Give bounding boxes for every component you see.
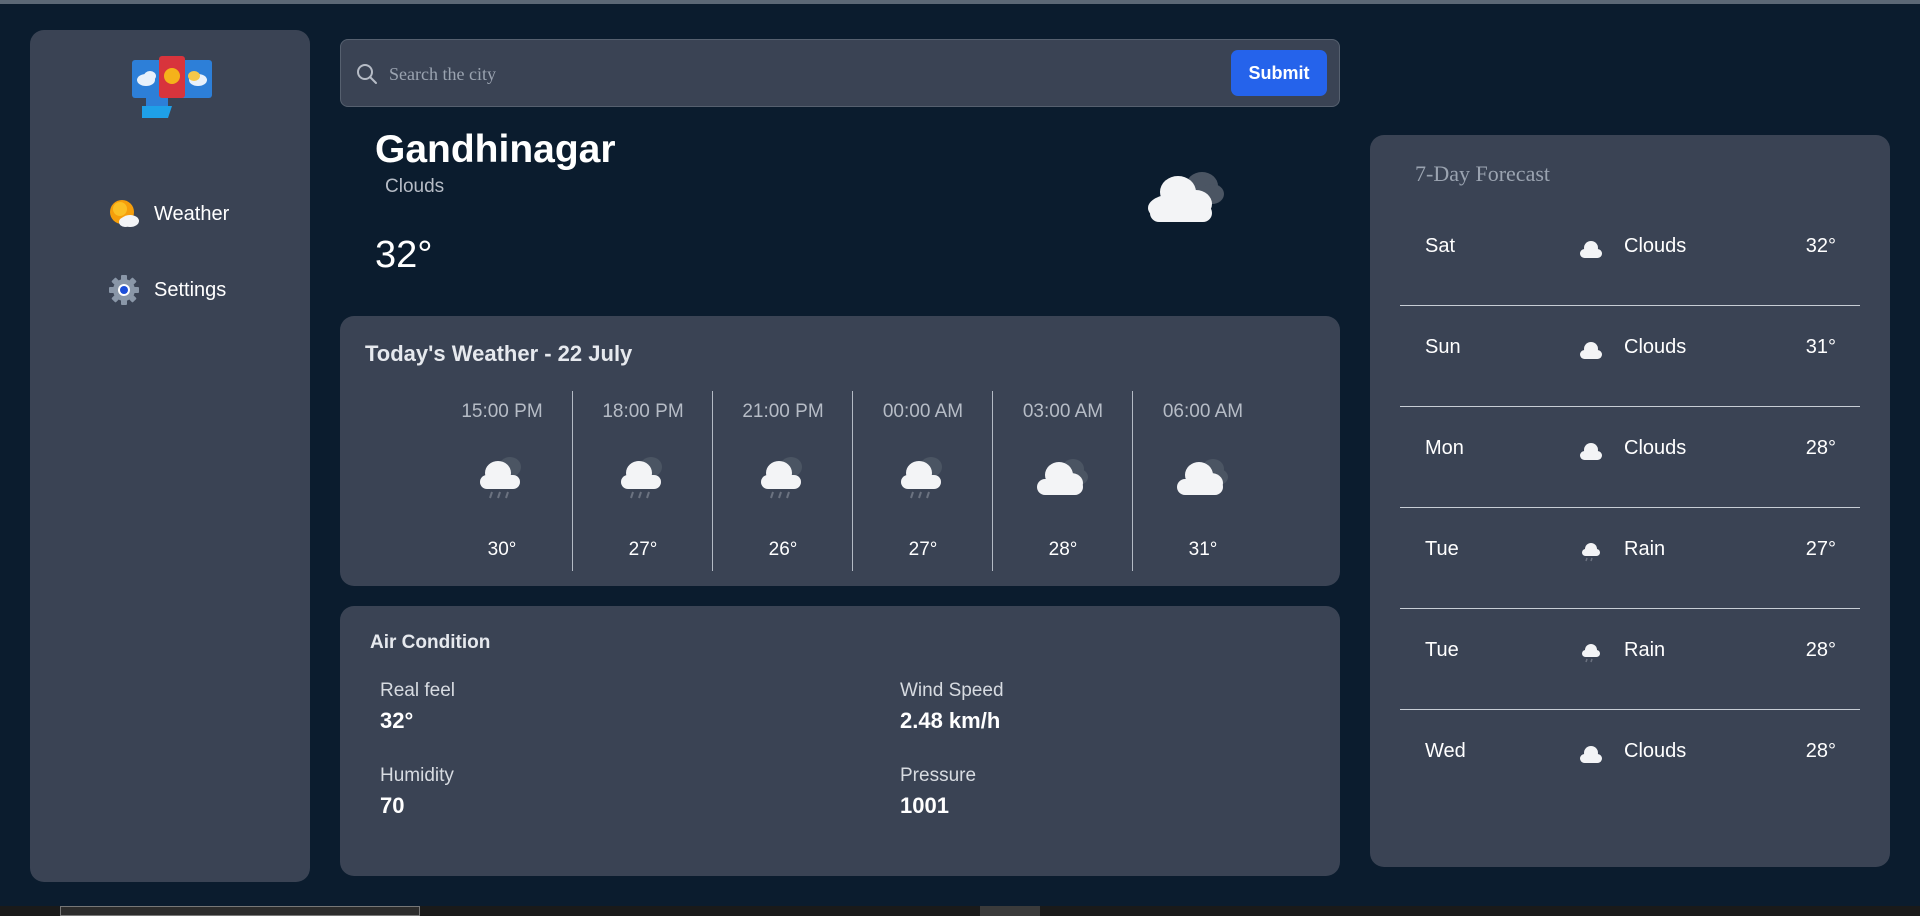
today-weather-title: Today's Weather - 22 July xyxy=(365,341,633,366)
rain-cloud-icon xyxy=(1582,543,1600,562)
hourly-item: 21:00 PM 26° xyxy=(712,391,852,571)
forecast-row: Sat Clouds 32° xyxy=(1400,205,1860,306)
forecast-condition: Clouds xyxy=(1624,336,1687,358)
forecast-row: Wed Clouds 28° xyxy=(1400,710,1860,811)
hour-time: 18:00 PM xyxy=(602,401,684,422)
humidity-label: Humidity xyxy=(380,765,454,786)
current-temperature: 32° xyxy=(375,234,433,276)
app-logo-icon xyxy=(132,56,212,118)
forecast-condition: Rain xyxy=(1624,639,1666,661)
forecast-row: Tue Rain 27° xyxy=(1400,508,1860,609)
hour-time: 03:00 AM xyxy=(1022,401,1104,422)
forecast-temperature: 28° xyxy=(1805,437,1836,459)
hourly-item: 06:00 AM 31° xyxy=(1132,391,1272,571)
search-icon xyxy=(357,64,377,84)
hourly-forecast-list: 15:00 PM 30° 18:00 PM 27° 21:00 PM 26° 0… xyxy=(432,391,1272,571)
nav-settings-label: Settings xyxy=(154,278,227,301)
forecast-temperature: 32° xyxy=(1805,235,1836,257)
hour-time: 21:00 PM xyxy=(742,401,824,422)
pressure-value: 1001 xyxy=(900,793,949,818)
hourly-item: 00:00 AM 27° xyxy=(852,391,992,571)
search-bar: Submit xyxy=(340,39,1340,107)
cloud-icon xyxy=(1580,342,1602,359)
real-feel-label: Real feel xyxy=(380,680,455,701)
forecast-temperature: 28° xyxy=(1805,740,1836,762)
hour-time: 06:00 AM xyxy=(1162,401,1244,422)
forecast-title: 7-Day Forecast xyxy=(1415,161,1551,186)
forecast-panel: 7-Day Forecast Sat Clouds 32° Sun Clouds… xyxy=(1370,135,1890,867)
cloud-icon xyxy=(1177,459,1228,495)
hour-time: 15:00 PM xyxy=(461,401,543,422)
cloud-icon xyxy=(1580,241,1602,258)
nav-settings[interactable]: Settings xyxy=(108,274,226,306)
sidebar: Weather Settings xyxy=(30,30,310,882)
pressure-stat: Pressure 1001 xyxy=(900,765,976,819)
submit-button[interactable]: Submit xyxy=(1231,50,1327,96)
current-condition: Clouds xyxy=(385,176,445,197)
forecast-day: Tue xyxy=(1425,538,1459,560)
forecast-temperature: 27° xyxy=(1805,538,1836,560)
today-weather-card: Today's Weather - 22 July 15:00 PM 30° 1… xyxy=(340,316,1340,586)
forecast-row: Mon Clouds 28° xyxy=(1400,407,1860,508)
hour-temperature: 26° xyxy=(768,539,798,560)
sun-cloud-icon xyxy=(110,200,139,227)
rain-cloud-icon xyxy=(1582,644,1600,663)
forecast-day: Sun xyxy=(1425,336,1461,358)
hourly-item: 03:00 AM 28° xyxy=(992,391,1132,571)
forecast-condition: Rain xyxy=(1624,538,1666,560)
air-condition-card: Air Condition Real feel 32° Wind Speed 2… xyxy=(340,606,1340,876)
hourly-item: 18:00 PM 27° xyxy=(572,391,712,571)
cloud-icon xyxy=(1037,459,1088,495)
forecast-temperature: 28° xyxy=(1805,639,1836,661)
hour-time: 00:00 AM xyxy=(882,401,964,422)
forecast-row: Sun Clouds 31° xyxy=(1400,306,1860,407)
humidity-stat: Humidity 70 xyxy=(380,765,454,819)
rain-cloud-icon xyxy=(621,457,662,499)
cloud-icon xyxy=(1148,172,1224,222)
taskbar-button[interactable] xyxy=(980,906,1040,916)
wind-speed-value: 2.48 km/h xyxy=(900,708,1001,733)
taskbar-window-thumbnail[interactable] xyxy=(60,906,420,916)
hour-temperature: 31° xyxy=(1188,539,1218,560)
city-name: Gandhinagar xyxy=(375,128,616,171)
real-feel-value: 32° xyxy=(380,708,414,733)
forecast-condition: Clouds xyxy=(1624,437,1687,459)
cloud-icon xyxy=(1580,746,1602,763)
gear-icon xyxy=(109,275,139,305)
forecast-day: Sat xyxy=(1425,235,1456,257)
rain-cloud-icon xyxy=(480,457,521,499)
search-input[interactable] xyxy=(389,54,1149,94)
air-condition-title: Air Condition xyxy=(370,632,491,653)
rain-cloud-icon xyxy=(901,457,942,499)
nav-weather-label: Weather xyxy=(154,202,230,225)
pressure-label: Pressure xyxy=(900,765,977,786)
window-top-border xyxy=(0,0,1920,4)
rain-cloud-icon xyxy=(761,457,802,499)
forecast-condition: Clouds xyxy=(1624,740,1687,762)
forecast-temperature: 31° xyxy=(1805,336,1836,358)
humidity-value: 70 xyxy=(380,793,405,818)
cloud-icon xyxy=(1580,443,1602,460)
forecast-day: Wed xyxy=(1425,740,1466,762)
hour-temperature: 27° xyxy=(628,539,658,560)
nav-weather[interactable]: Weather xyxy=(108,198,229,230)
hour-temperature: 28° xyxy=(1048,539,1078,560)
hour-temperature: 30° xyxy=(487,539,517,560)
forecast-day: Mon xyxy=(1425,437,1464,459)
real-feel-stat: Real feel 32° xyxy=(380,680,455,734)
wind-speed-label: Wind Speed xyxy=(900,680,1004,701)
forecast-row: Tue Rain 28° xyxy=(1400,609,1860,710)
forecast-day: Tue xyxy=(1425,639,1459,661)
hourly-item: 15:00 PM 30° xyxy=(432,391,572,571)
forecast-condition: Clouds xyxy=(1624,235,1687,257)
wind-speed-stat: Wind Speed 2.48 km/h xyxy=(900,680,1004,734)
hour-temperature: 27° xyxy=(908,539,938,560)
